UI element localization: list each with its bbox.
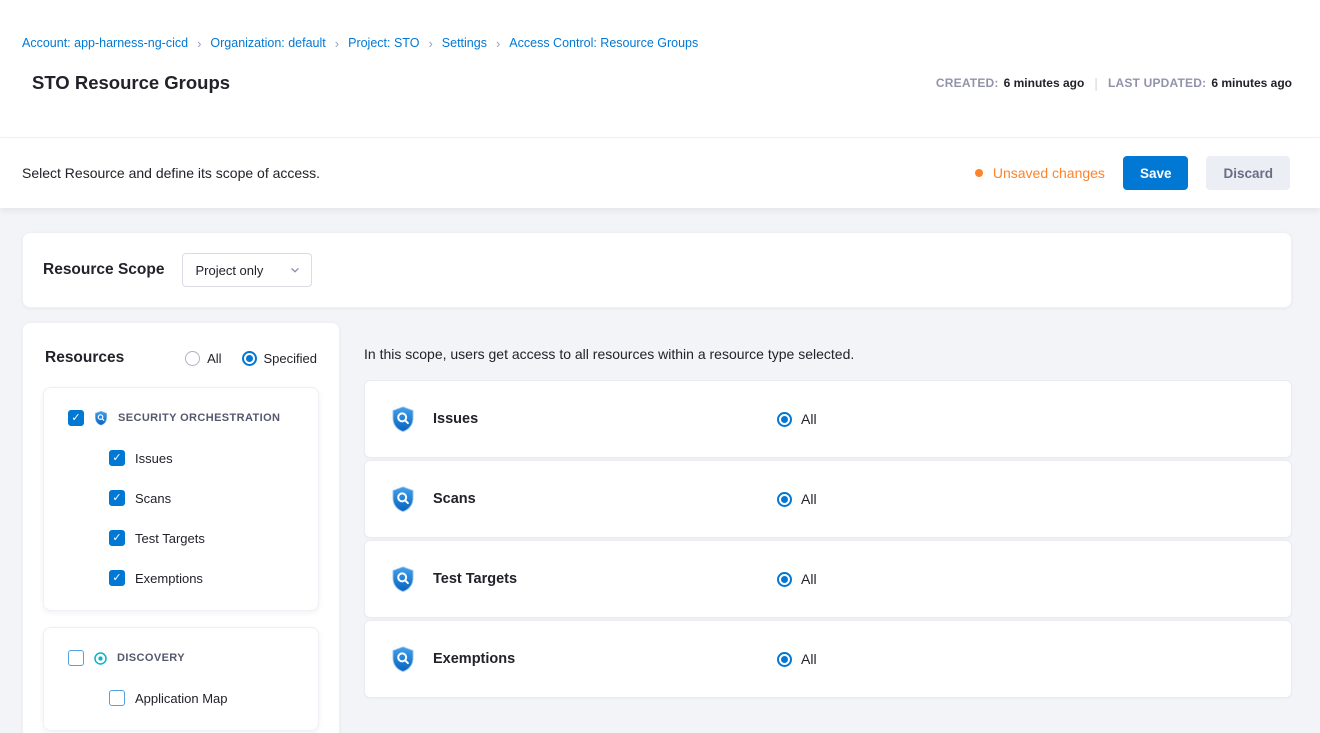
resource-group-discovery: DISCOVERY Application Map bbox=[43, 627, 319, 731]
resource-item-application-map: Application Map bbox=[44, 678, 318, 718]
page-header: Account: app-harness-ng-cicd › Organizat… bbox=[0, 0, 1320, 138]
access-row-exemptions: Exemptions All bbox=[364, 620, 1292, 698]
scope-access-column: In this scope, users get access to all r… bbox=[364, 322, 1292, 700]
resource-item-exemptions: Exemptions bbox=[44, 558, 318, 598]
resource-scope-selected-value: Project only bbox=[195, 263, 263, 278]
test-targets-checkbox[interactable] bbox=[109, 530, 125, 546]
last-updated-label: LAST UPDATED: bbox=[1108, 76, 1206, 90]
chevron-right-icon: › bbox=[197, 37, 201, 50]
resources-mode-specified-radio[interactable]: Specified bbox=[242, 351, 317, 366]
save-button[interactable]: Save bbox=[1123, 156, 1189, 190]
resources-mode-specified-label: Specified bbox=[264, 351, 317, 366]
radio-selected-icon[interactable] bbox=[777, 412, 792, 427]
radio-selected-icon[interactable] bbox=[777, 492, 792, 507]
application-map-checkbox[interactable] bbox=[109, 690, 125, 706]
chevron-right-icon: › bbox=[496, 37, 500, 50]
group-header-row: SECURITY ORCHESTRATION bbox=[44, 398, 318, 438]
group-label: SECURITY ORCHESTRATION bbox=[118, 412, 280, 424]
resource-group-security-orchestration: SECURITY ORCHESTRATION Issues Scans Test… bbox=[43, 387, 319, 611]
sto-shield-icon bbox=[389, 484, 417, 514]
chevron-down-icon bbox=[288, 263, 302, 277]
chevron-right-icon: › bbox=[428, 37, 432, 50]
radio-selected-icon[interactable] bbox=[777, 572, 792, 587]
group-header-row: DISCOVERY bbox=[44, 638, 318, 678]
page: Account: app-harness-ng-cicd › Organizat… bbox=[0, 0, 1320, 733]
sto-shield-icon bbox=[389, 404, 417, 434]
page-title: STO Resource Groups bbox=[32, 72, 230, 94]
issues-label: Issues bbox=[135, 451, 173, 466]
header-meta: CREATED: 6 minutes ago | LAST UPDATED: 6… bbox=[936, 75, 1292, 91]
breadcrumb-link-resource-groups[interactable]: Access Control: Resource Groups bbox=[509, 36, 698, 50]
access-row-label: Exemptions bbox=[433, 651, 515, 667]
access-all-radio[interactable]: All bbox=[777, 491, 817, 507]
resources-title: Resources bbox=[45, 349, 165, 367]
access-all-radio[interactable]: All bbox=[777, 571, 817, 587]
resource-item-scans: Scans bbox=[44, 478, 318, 518]
title-row: STO Resource Groups CREATED: 6 minutes a… bbox=[22, 72, 1292, 94]
radio-selected-icon[interactable] bbox=[777, 652, 792, 667]
access-row-label: Issues bbox=[433, 411, 478, 427]
discovery-checkbox[interactable] bbox=[68, 650, 84, 666]
resources-panel: Resources All Specified SECUR bbox=[22, 322, 340, 733]
resources-mode-all-label: All bbox=[207, 351, 221, 366]
access-row-test-targets: Test Targets All bbox=[364, 540, 1292, 618]
scans-label: Scans bbox=[135, 491, 171, 506]
access-row-scans: Scans All bbox=[364, 460, 1292, 538]
unsaved-changes-label: Unsaved changes bbox=[993, 165, 1105, 181]
access-all-label: All bbox=[801, 491, 817, 507]
exemptions-label: Exemptions bbox=[135, 571, 203, 586]
discard-button[interactable]: Discard bbox=[1206, 156, 1290, 190]
breadcrumb: Account: app-harness-ng-cicd › Organizat… bbox=[22, 36, 1292, 50]
unsaved-dot-icon bbox=[975, 169, 983, 177]
breadcrumb-link-account[interactable]: Account: app-harness-ng-cicd bbox=[22, 36, 188, 50]
sto-shield-icon bbox=[389, 564, 417, 594]
scans-checkbox[interactable] bbox=[109, 490, 125, 506]
content-columns: Resources All Specified SECUR bbox=[22, 322, 1292, 733]
created-label: CREATED: bbox=[936, 76, 999, 90]
resource-scope-title: Resource Scope bbox=[43, 261, 164, 279]
resource-scope-select[interactable]: Project only bbox=[182, 253, 312, 287]
last-updated-value: 6 minutes ago bbox=[1211, 76, 1292, 90]
access-all-radio[interactable]: All bbox=[777, 651, 817, 667]
breadcrumb-link-organization[interactable]: Organization: default bbox=[210, 36, 325, 50]
access-row-label: Test Targets bbox=[433, 571, 517, 587]
resources-panel-header: Resources All Specified bbox=[23, 323, 339, 387]
resource-item-issues: Issues bbox=[44, 438, 318, 478]
sto-shield-icon bbox=[389, 644, 417, 674]
group-label: DISCOVERY bbox=[117, 652, 185, 664]
application-map-label: Application Map bbox=[135, 691, 228, 706]
content-area: Resource Scope Project only Resources Al… bbox=[0, 208, 1320, 733]
exemptions-checkbox[interactable] bbox=[109, 570, 125, 586]
discovery-target-icon bbox=[93, 651, 108, 666]
issues-checkbox[interactable] bbox=[109, 450, 125, 466]
toolbar-actions: Unsaved changes Save Discard bbox=[975, 156, 1290, 190]
access-row-issues: Issues All bbox=[364, 380, 1292, 458]
access-all-radio[interactable]: All bbox=[777, 411, 817, 427]
radio-selected-icon[interactable] bbox=[242, 351, 257, 366]
action-toolbar: Select Resource and define its scope of … bbox=[0, 138, 1320, 208]
test-targets-label: Test Targets bbox=[135, 531, 205, 546]
breadcrumb-link-project[interactable]: Project: STO bbox=[348, 36, 419, 50]
chevron-right-icon: › bbox=[335, 37, 339, 50]
toolbar-description: Select Resource and define its scope of … bbox=[22, 165, 975, 181]
created-value: 6 minutes ago bbox=[1004, 76, 1085, 90]
access-all-label: All bbox=[801, 651, 817, 667]
radio-unselected-icon[interactable] bbox=[185, 351, 200, 366]
meta-divider: | bbox=[1094, 75, 1098, 91]
resources-mode-all-radio[interactable]: All bbox=[185, 351, 221, 366]
resource-item-test-targets: Test Targets bbox=[44, 518, 318, 558]
sto-shield-icon bbox=[93, 410, 109, 426]
access-all-label: All bbox=[801, 411, 817, 427]
access-all-label: All bbox=[801, 571, 817, 587]
breadcrumb-link-settings[interactable]: Settings bbox=[442, 36, 487, 50]
resource-scope-card: Resource Scope Project only bbox=[22, 232, 1292, 308]
scope-access-description: In this scope, users get access to all r… bbox=[364, 344, 1292, 364]
access-row-label: Scans bbox=[433, 491, 476, 507]
unsaved-changes-indicator: Unsaved changes bbox=[975, 165, 1105, 181]
security-orchestration-checkbox[interactable] bbox=[68, 410, 84, 426]
